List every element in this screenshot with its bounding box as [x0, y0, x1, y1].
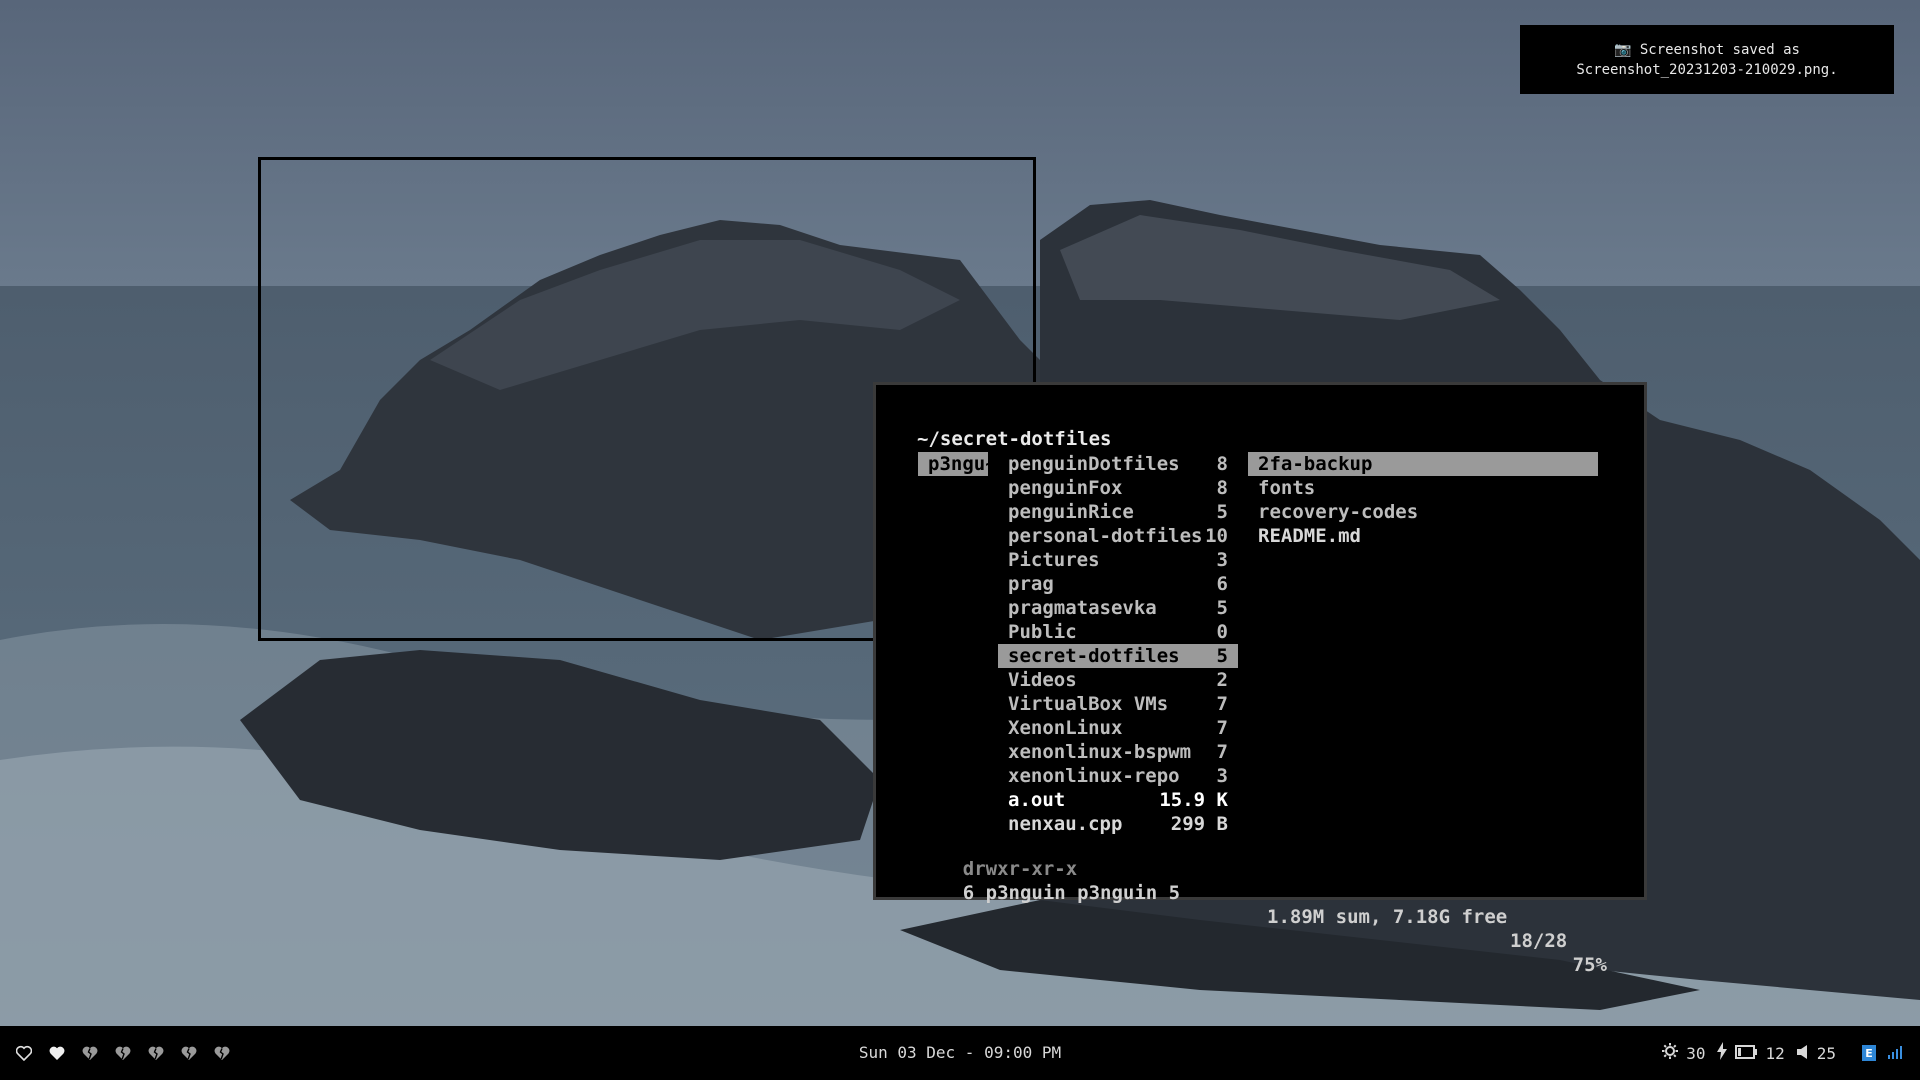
directory-entry[interactable]: XenonLinux 7 — [998, 716, 1238, 740]
notification-line-2: Screenshot_20231203-210029.png. — [1576, 61, 1838, 78]
directory-entry[interactable]: Public 0 — [998, 620, 1238, 644]
entry-name: Public — [1008, 621, 1077, 643]
entry-size: 2 — [1216, 669, 1228, 691]
entry-name: 2fa-backup — [1258, 453, 1373, 475]
entry-name: prag — [1008, 573, 1054, 595]
entry-size: 0 — [1216, 621, 1228, 643]
preview-entry-selected[interactable]: 2fa-backup — [1248, 452, 1598, 476]
entry-size: 5 — [1216, 597, 1228, 619]
entry-size: 10 — [1205, 525, 1228, 547]
directory-entry[interactable]: prag 6 — [998, 572, 1238, 596]
entry-size: 7 — [1216, 741, 1228, 763]
directory-entry[interactable]: VirtualBox VMs 7 — [998, 692, 1238, 716]
preview-entry[interactable]: README.md — [1248, 524, 1598, 548]
entry-name: recovery-codes — [1258, 501, 1419, 523]
directory-entry[interactable]: penguinRice 5 — [998, 500, 1238, 524]
status-percent: 75% — [1572, 954, 1607, 976]
entry-size: 6 — [1216, 573, 1228, 595]
battery-value: 12 — [1765, 1043, 1785, 1063]
entry-name: secret-dotfiles — [1008, 645, 1180, 667]
network-widget[interactable] — [1888, 1044, 1902, 1063]
charging-icon — [1717, 1042, 1728, 1064]
directory-entry[interactable]: xenonlinux-repo 3 — [998, 764, 1238, 788]
status-position: 18/28 — [1510, 930, 1568, 952]
entry-name: a.out — [1008, 789, 1066, 811]
entry-name: README.md — [1258, 525, 1361, 547]
directory-entry[interactable]: xenonlinux-bspwm 7 — [998, 740, 1238, 764]
directory-entry[interactable]: penguinFox 8 — [998, 476, 1238, 500]
directory-entry[interactable]: Videos 2 — [998, 668, 1238, 692]
preview-entry[interactable]: recovery-codes — [1248, 500, 1598, 524]
directory-entry-selected[interactable]: secret-dotfiles 5 — [998, 644, 1238, 668]
volume-icon — [1796, 1044, 1809, 1063]
entry-name: personal-dotfiles — [1008, 525, 1203, 547]
entry-size: 8 — [1216, 477, 1228, 499]
terminal-window[interactable]: ~/secret-dotfiles p3ngu~ penguinDotfiles… — [873, 382, 1647, 976]
entry-size: 5 — [1216, 645, 1228, 667]
brightness-value: 30 — [1686, 1043, 1706, 1063]
clock[interactable]: Sun 03 Dec - 09:00 PM — [0, 1026, 1920, 1080]
entry-size: 5 — [1216, 501, 1228, 523]
preview-entry[interactable]: fonts — [1248, 476, 1598, 500]
entry-name: penguinRice — [1008, 501, 1134, 523]
screenshot-notification[interactable]: 📷 Screenshot saved as Screenshot_2023120… — [1520, 25, 1894, 94]
entry-name: Videos — [1008, 669, 1077, 691]
entry-name: VirtualBox VMs — [1008, 693, 1169, 715]
system-tray: 30 12 25 E — [1662, 1026, 1902, 1080]
directory-entry[interactable]: personal-dotfiles 10 — [998, 524, 1238, 548]
volume-value: 25 — [1816, 1043, 1836, 1063]
status-owner-info: 6 p3nguin p3nguin 5 — [962, 882, 1181, 904]
entry-size: 8 — [1216, 453, 1228, 475]
status-line: drwxr-xr-x 6 p3nguin p3nguin 5 1.89M sum… — [917, 833, 1607, 976]
tray-app[interactable]: E — [1862, 1045, 1876, 1061]
directory-entry[interactable]: pragmatasevka 5 — [998, 596, 1238, 620]
status-permissions: drwxr-xr-x — [962, 858, 1078, 880]
entry-name: Pictures — [1008, 549, 1100, 571]
volume-widget[interactable]: 25 — [1796, 1043, 1836, 1063]
brightness-widget[interactable]: 30 — [1662, 1043, 1705, 1063]
tray-badge-icon: E — [1862, 1045, 1876, 1061]
directory-entry[interactable]: a.out 15.9 K — [998, 788, 1238, 812]
battery-widget[interactable]: 12 — [1717, 1042, 1785, 1064]
current-path: ~/secret-dotfiles — [917, 428, 1112, 450]
entry-name: pragmatasevka — [1008, 597, 1157, 619]
directory-list: penguinDotfiles 8 penguinFox 8 penguinRice 5 p… — [998, 452, 1238, 836]
entry-size: 3 — [1216, 765, 1228, 787]
entry-name: xenonlinux-bspwm — [1008, 741, 1192, 763]
signal-icon — [1888, 1044, 1902, 1063]
entry-size: 15.9 K — [1159, 789, 1228, 811]
entry-name: xenonlinux-repo — [1008, 765, 1180, 787]
entry-size: 7 — [1216, 717, 1228, 739]
entry-size: 7 — [1216, 693, 1228, 715]
entry-name: fonts — [1258, 477, 1316, 499]
entry-name: penguinDotfiles — [1008, 453, 1180, 475]
entry-name: penguinFox — [1008, 477, 1123, 499]
preview-list: 2fa-backup fonts recovery-codes README.md — [1248, 452, 1598, 548]
status-disk-usage: 1.89M sum, 7.18G free — [1267, 906, 1508, 928]
directory-entry[interactable]: penguinDotfiles 8 — [998, 452, 1238, 476]
notification-line-1: 📷 Screenshot saved as — [1613, 41, 1800, 58]
entry-size: 3 — [1216, 549, 1228, 571]
battery-icon — [1735, 1044, 1758, 1063]
brightness-icon — [1662, 1043, 1679, 1063]
parent-column-entry[interactable]: p3ngu~ — [918, 452, 988, 476]
status-bar: Sun 03 Dec - 09:00 PM 30 12 25 E — [0, 1026, 1920, 1080]
entry-name: XenonLinux — [1008, 717, 1123, 739]
directory-entry[interactable]: Pictures 3 — [998, 548, 1238, 572]
